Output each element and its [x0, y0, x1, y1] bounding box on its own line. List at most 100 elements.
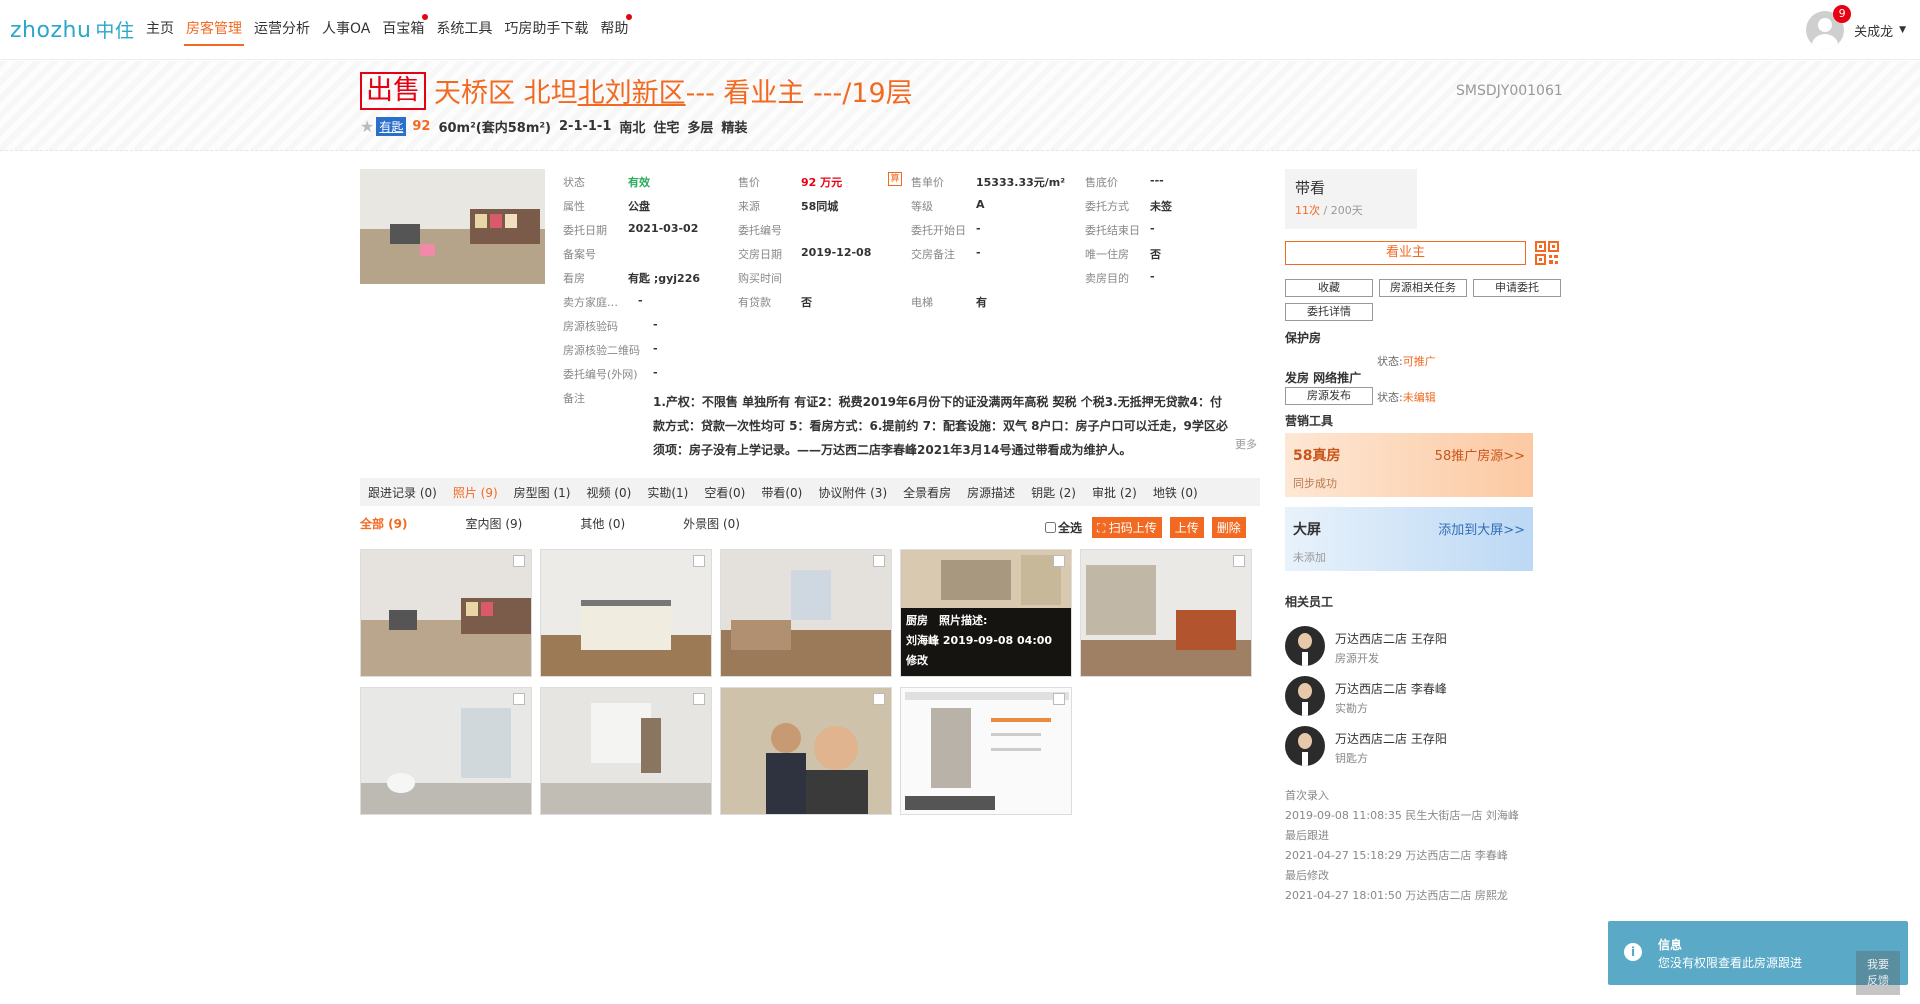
remark-label: 备注: [563, 392, 585, 405]
star-icon[interactable]: ★: [360, 117, 374, 136]
apply-entrust-button[interactable]: 申请委托: [1473, 279, 1561, 297]
tab-showing[interactable]: 带看(0): [753, 484, 810, 501]
entrust-end-value: -: [1150, 222, 1155, 235]
photo-checkbox[interactable]: [1233, 555, 1245, 567]
nav-property[interactable]: 房客管理: [180, 0, 248, 60]
community-link[interactable]: 北刘新区: [578, 71, 686, 110]
photo-thumb[interactable]: [720, 549, 892, 677]
tab-followup[interactable]: 跟进记录 (0): [360, 484, 445, 501]
employee-avatar: [1285, 726, 1325, 766]
tab-keys[interactable]: 钥匙 (2): [1023, 484, 1084, 501]
photo-checkbox[interactable]: [873, 555, 885, 567]
photo-checkbox[interactable]: [693, 693, 705, 705]
favorite-button[interactable]: 收藏: [1285, 279, 1373, 297]
photo-thumb[interactable]: [1080, 549, 1252, 677]
photo-checkbox[interactable]: [513, 555, 525, 567]
upload-button[interactable]: 上传: [1169, 517, 1204, 538]
photo-checkbox[interactable]: [1053, 555, 1065, 567]
nav-hr[interactable]: 人事OA: [316, 0, 376, 60]
tab-empty-view[interactable]: 空看(0): [696, 484, 753, 501]
publish-button[interactable]: 房源发布: [1285, 387, 1373, 405]
photo-checkbox[interactable]: [693, 555, 705, 567]
tab-metro[interactable]: 地铁 (0): [1145, 484, 1206, 501]
photo-thumb[interactable]: [360, 687, 532, 815]
related-tasks-button[interactable]: 房源相关任务: [1379, 279, 1467, 297]
overlay-edit-link[interactable]: 修改: [906, 651, 1068, 671]
verify-code-label: 房源核验码: [563, 320, 618, 333]
key-tag[interactable]: 有匙: [376, 117, 407, 136]
promote-58-link[interactable]: 58推广房源>>: [1435, 445, 1525, 464]
nav-menu: 主页 房客管理 运营分析 人事OA 百宝箱 系统工具 巧房助手下载 帮助: [140, 0, 634, 60]
entrust-method-label: 委托方式: [1085, 200, 1129, 213]
verify-qr-value: -: [653, 342, 658, 355]
subtab-indoor[interactable]: 室内图 (9): [466, 515, 523, 535]
subtab-other[interactable]: 其他 (0): [580, 515, 625, 535]
select-all-checkbox[interactable]: [1045, 522, 1056, 533]
delete-button[interactable]: 删除: [1211, 517, 1246, 538]
main-photo[interactable]: [360, 169, 545, 284]
tab-attachments[interactable]: 协议附件 (3): [810, 484, 895, 501]
tab-survey[interactable]: 实勘(1): [639, 484, 696, 501]
tab-photos[interactable]: 照片 (9): [445, 484, 506, 501]
add-big-screen-link[interactable]: 添加到大屏>>: [1438, 519, 1525, 538]
nav-home[interactable]: 主页: [140, 0, 180, 60]
photo-thumb[interactable]: [540, 687, 712, 815]
see-owner-button[interactable]: 看业主: [1285, 241, 1526, 265]
nav-system[interactable]: 系统工具: [430, 0, 498, 60]
qr-code-icon[interactable]: [1535, 241, 1559, 265]
user-menu[interactable]: 9 关成龙 ▼: [1806, 5, 1906, 50]
protect-status: 状态:可推广: [1377, 355, 1436, 368]
select-all[interactable]: 全选: [1045, 519, 1082, 536]
card-title: 大屏: [1293, 522, 1321, 538]
tab-video[interactable]: 视频 (0): [578, 484, 639, 501]
tab-floorplan[interactable]: 房型图 (1): [506, 484, 579, 501]
photo-thumb[interactable]: [720, 687, 892, 815]
feedback-button[interactable]: 我要 反馈: [1856, 951, 1900, 995]
nav-help[interactable]: 帮助: [594, 0, 634, 60]
nav-analytics[interactable]: 运营分析: [248, 0, 316, 60]
photo-description-overlay: 厨房 照片描述: 刘海峰 2019-09-08 04:00 修改: [901, 608, 1071, 676]
toast-message: 您没有权限查看此房源跟进: [1658, 956, 1803, 970]
photo-thumb[interactable]: [540, 549, 712, 677]
employee-name: 万达西店二店 李春峰: [1335, 682, 1447, 696]
photo-thumb[interactable]: 厨房 照片描述: 刘海峰 2019-09-08 04:00 修改: [900, 549, 1072, 677]
property-summary: ★ 有匙 92 60m²(套内58m²) 2-1-1-1 南北 住宅 多层 精装: [360, 117, 755, 136]
subtab-exterior[interactable]: 外景图 (0): [683, 515, 740, 535]
entrust-detail-button[interactable]: 委托详情: [1285, 303, 1373, 321]
photo-thumb[interactable]: [360, 549, 532, 677]
caret-down-icon: ▼: [1899, 25, 1906, 35]
verify-qr-label: 房源核验二维码: [563, 344, 640, 357]
property-info: 状态 有效 售价 92 万元 算 售单价 15333.33元/m² 售底价 --…: [563, 170, 1263, 457]
property-type-label: 属性: [563, 200, 585, 213]
photo-checkbox[interactable]: [1053, 693, 1065, 705]
nav-download[interactable]: 巧房助手下载: [498, 0, 594, 60]
title-location: 天桥区 北坦: [434, 78, 578, 109]
sale-tag: 出售: [360, 71, 426, 110]
employee-role: 房源开发: [1335, 652, 1379, 665]
photo-checkbox[interactable]: [513, 693, 525, 705]
tab-panorama[interactable]: 全景看房: [895, 484, 959, 501]
elevator-label: 电梯: [911, 296, 933, 309]
record-line: 最后修改: [1285, 869, 1329, 882]
subtab-all[interactable]: 全部 (9): [360, 515, 408, 535]
logo[interactable]: zhozhu 中住: [10, 16, 134, 43]
protect-label: 保护房: [1285, 331, 1322, 345]
card-title: 58真房: [1293, 448, 1341, 464]
58-real-estate-card: 58真房 58推广房源>> 同步成功: [1285, 433, 1533, 497]
external-entrust-label: 委托编号(外网): [563, 368, 638, 381]
calculator-icon[interactable]: 算: [888, 172, 902, 186]
nav-toolbox[interactable]: 百宝箱: [376, 0, 430, 60]
source-label: 来源: [738, 200, 760, 213]
record-line: 2021-04-27 18:01:50 万达西店二店 房熙龙: [1285, 889, 1508, 902]
scan-upload-button[interactable]: ⛶ 扫码上传: [1092, 517, 1162, 538]
more-link[interactable]: 更多: [1235, 436, 1257, 452]
photo-checkbox[interactable]: [873, 693, 885, 705]
publish-status: 状态:未编辑: [1377, 391, 1436, 404]
tab-description[interactable]: 房源描述: [959, 484, 1023, 501]
summary-decoration: 精装: [721, 121, 748, 136]
price-label: 售价: [738, 176, 760, 189]
viewing-value: 有匙 ;gyj226: [628, 272, 701, 285]
viewing-label: 看房: [563, 272, 585, 285]
photo-thumb[interactable]: [900, 687, 1072, 815]
tab-approval[interactable]: 审批 (2): [1084, 484, 1145, 501]
